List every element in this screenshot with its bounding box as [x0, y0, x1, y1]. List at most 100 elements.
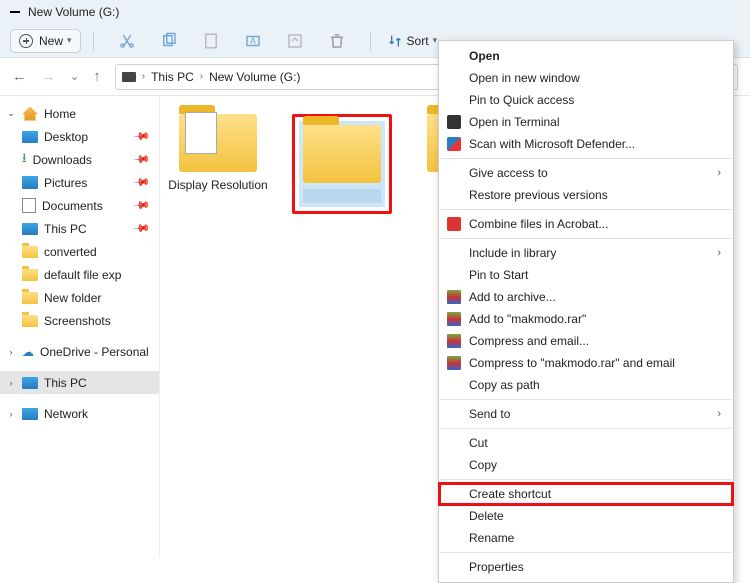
- archive-icon: [446, 311, 462, 327]
- sidebar-item-folder[interactable]: New folder: [0, 286, 159, 309]
- separator: [370, 31, 371, 51]
- ctx-acrobat[interactable]: Combine files in Acrobat...: [439, 213, 733, 235]
- ctx-create-shortcut[interactable]: Create shortcut: [439, 483, 733, 505]
- sidebar-item-folder[interactable]: default file exp: [0, 263, 159, 286]
- pictures-icon: [22, 176, 38, 189]
- sidebar-label: OneDrive - Personal: [40, 345, 149, 359]
- pin-icon: 📌: [133, 150, 152, 169]
- chevron-right-icon: ›: [717, 408, 721, 420]
- ctx-rename[interactable]: Rename: [439, 527, 733, 549]
- sidebar-label: Downloads: [33, 153, 92, 167]
- folder-item[interactable]: Display Resolution: [168, 114, 268, 192]
- new-label: New: [39, 34, 63, 48]
- ctx-open-new-window[interactable]: Open in new window: [439, 67, 733, 89]
- ctx-include-library[interactable]: Include in library›: [439, 242, 733, 264]
- sidebar-label: Home: [44, 107, 76, 121]
- sort-button[interactable]: Sort ▾: [387, 33, 438, 49]
- separator: [93, 31, 94, 51]
- plus-icon: [19, 34, 33, 48]
- sort-label: Sort: [407, 34, 429, 48]
- ctx-cut[interactable]: Cut: [439, 432, 733, 454]
- new-button[interactable]: New ▾: [10, 29, 81, 53]
- chevron-right-icon[interactable]: ›: [6, 347, 16, 357]
- ctx-give-access[interactable]: Give access to›: [439, 162, 733, 184]
- rename-icon[interactable]: A: [244, 32, 262, 50]
- sidebar-onedrive[interactable]: ›☁OneDrive - Personal: [0, 340, 159, 363]
- folder-icon: [22, 246, 38, 258]
- shield-icon: [446, 136, 462, 152]
- archive-icon: [446, 355, 462, 371]
- ctx-restore[interactable]: Restore previous versions: [439, 184, 733, 206]
- sidebar-item-downloads[interactable]: ⭳ Downloads 📌: [0, 148, 159, 171]
- context-menu: Open Open in new window Pin to Quick acc…: [438, 40, 734, 583]
- sidebar-label: Documents: [42, 199, 103, 213]
- sidebar-label: converted: [44, 245, 97, 259]
- sidebar-home[interactable]: ⌄ Home: [0, 102, 159, 125]
- archive-icon: [446, 333, 462, 349]
- sidebar-label: Network: [44, 407, 88, 421]
- sidebar-label: New folder: [44, 291, 101, 305]
- ctx-defender[interactable]: Scan with Microsoft Defender...: [439, 133, 733, 155]
- window-title: New Volume (G:): [28, 5, 119, 19]
- recent-button[interactable]: ⌄: [70, 70, 79, 83]
- ctx-pin-quick[interactable]: Pin to Quick access: [439, 89, 733, 111]
- crumb-pc[interactable]: This PC: [151, 70, 194, 84]
- sidebar-thispc[interactable]: › This PC: [0, 371, 159, 394]
- ctx-add-rar[interactable]: Add to "makmodo.rar": [439, 308, 733, 330]
- ctx-copy-path[interactable]: Copy as path: [439, 374, 733, 396]
- ctx-terminal[interactable]: Open in Terminal: [439, 111, 733, 133]
- folder-item-selected[interactable]: [292, 114, 392, 214]
- ctx-compress-email[interactable]: Compress and email...: [439, 330, 733, 352]
- sidebar-item-pictures[interactable]: Pictures📌: [0, 171, 159, 194]
- sort-icon: [387, 33, 403, 49]
- ctx-pin-start[interactable]: Pin to Start: [439, 264, 733, 286]
- sidebar-network[interactable]: › Network: [0, 402, 159, 425]
- back-button[interactable]: ←: [12, 68, 27, 85]
- separator: [441, 552, 731, 553]
- folder-icon: [22, 292, 38, 304]
- separator: [441, 238, 731, 239]
- cut-icon[interactable]: [118, 32, 136, 50]
- ctx-add-archive[interactable]: Add to archive...: [439, 286, 733, 308]
- svg-text:A: A: [250, 36, 256, 46]
- ctx-compress-rar-email[interactable]: Compress to "makmodo.rar" and email: [439, 352, 733, 374]
- sidebar-item-thispc[interactable]: This PC📌: [0, 217, 159, 240]
- ctx-properties[interactable]: Properties: [439, 556, 733, 578]
- desktop-icon: [22, 131, 38, 143]
- separator: [441, 158, 731, 159]
- ctx-open[interactable]: Open: [439, 45, 733, 67]
- pdf-icon: [446, 216, 462, 232]
- ctx-copy[interactable]: Copy: [439, 454, 733, 476]
- download-icon: ⭳: [22, 149, 27, 171]
- up-button[interactable]: ↑: [93, 68, 101, 85]
- forward-button[interactable]: →: [41, 68, 56, 85]
- separator: [441, 428, 731, 429]
- separator: [441, 399, 731, 400]
- folder-icon: [303, 125, 381, 183]
- drive-icon: [122, 72, 136, 82]
- delete-icon[interactable]: [328, 32, 346, 50]
- pc-icon: [22, 223, 38, 235]
- chevron-down-icon: ▾: [433, 35, 438, 46]
- folder-label: Display Resolution: [168, 178, 268, 192]
- sidebar-label: This PC: [44, 376, 87, 390]
- chevron-right-icon: ›: [142, 71, 145, 82]
- sidebar-item-desktop[interactable]: Desktop📌: [0, 125, 159, 148]
- sidebar-item-folder[interactable]: Screenshots: [0, 309, 159, 332]
- crumb-volume[interactable]: New Volume (G:): [209, 70, 300, 84]
- ctx-delete[interactable]: Delete: [439, 505, 733, 527]
- documents-icon: [22, 198, 36, 213]
- chevron-right-icon[interactable]: ›: [6, 409, 16, 419]
- ctx-send-to[interactable]: Send to›: [439, 403, 733, 425]
- drive-icon: [10, 11, 20, 13]
- sidebar-item-folder[interactable]: converted: [0, 240, 159, 263]
- pin-icon: 📌: [133, 196, 152, 215]
- share-icon[interactable]: [286, 32, 304, 50]
- archive-icon: [446, 289, 462, 305]
- sidebar-item-documents[interactable]: Documents 📌: [0, 194, 159, 217]
- chevron-right-icon[interactable]: ›: [6, 378, 16, 388]
- copy-icon[interactable]: [160, 32, 178, 50]
- chevron-down-icon[interactable]: ⌄: [6, 108, 16, 119]
- terminal-icon: [446, 114, 462, 130]
- paste-icon[interactable]: [202, 32, 220, 50]
